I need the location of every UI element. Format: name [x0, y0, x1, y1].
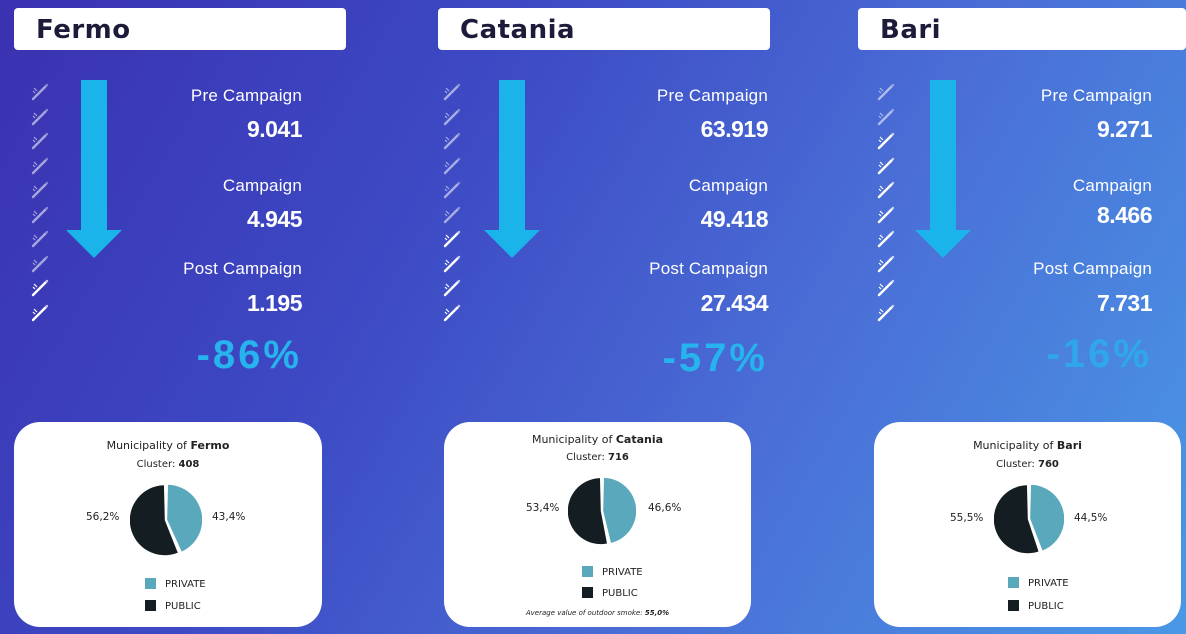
cigarette-icon — [442, 156, 464, 181]
legend-public: PUBLIC — [582, 587, 638, 599]
legend-private: PRIVATE — [1008, 577, 1069, 589]
campaign-value: 8.466 — [1096, 202, 1153, 228]
chart-footnote: Average value of outdoor smoke: 55,0% — [525, 609, 670, 617]
cigarette-icon — [442, 205, 464, 230]
cigarette-icon — [876, 156, 898, 181]
pre-campaign-value: 9.271 — [1096, 116, 1153, 142]
cigarette-icon — [876, 205, 898, 230]
percent-change: -57% — [662, 336, 768, 380]
public-swatch — [1008, 600, 1019, 611]
chart-subtitle: Cluster: 760 — [996, 459, 1059, 470]
cigarette-icon — [442, 303, 464, 328]
pie-slice-private — [1030, 484, 1064, 551]
pie-slice-private — [603, 477, 636, 543]
cigarette-icon — [442, 254, 464, 279]
down-arrow-icon — [484, 80, 540, 258]
cigarette-icon — [442, 107, 464, 132]
public-percent-label: 55,5% — [950, 512, 984, 524]
public-percent-label: 53,4% — [526, 502, 560, 514]
cigarette-icon — [876, 107, 898, 132]
legend-private: PRIVATE — [582, 566, 643, 578]
cigarette-icon — [442, 131, 464, 156]
cigarette-icon — [876, 278, 898, 303]
pre-campaign-label: Pre Campaign — [1040, 86, 1152, 105]
legend-public: PUBLIC — [1008, 600, 1064, 612]
campaign-label: Campaign — [688, 176, 768, 195]
chart-title: Municipality of Bari — [973, 439, 1082, 452]
cigarette-icon — [876, 303, 898, 328]
pie-chart — [994, 484, 1064, 554]
cigarette-icon — [442, 180, 464, 205]
pre-campaign-label: Pre Campaign — [656, 86, 768, 105]
post-campaign-value: 7.731 — [1096, 290, 1153, 316]
post-campaign-label: Post Campaign — [649, 259, 768, 278]
cigarette-icon — [442, 278, 464, 303]
cigarette-icon — [876, 229, 898, 254]
private-swatch — [582, 566, 593, 577]
cigarette-icon — [442, 82, 464, 107]
public-swatch — [582, 587, 593, 598]
cigarette-icon-column — [442, 82, 464, 327]
cigarette-icon — [876, 180, 898, 205]
private-percent-label: 46,6% — [648, 502, 682, 514]
city-title: Catania — [438, 8, 770, 50]
post-campaign-label: Post Campaign — [1033, 259, 1152, 278]
pie-chart-card: Municipality of Catania Cluster: 716 53,… — [444, 422, 751, 627]
pie-chart-card: Municipality of Bari Cluster: 760 55,5% … — [874, 422, 1181, 627]
campaign-label: Campaign — [1072, 176, 1152, 195]
cigarette-icon — [876, 131, 898, 156]
city-title: Bari — [858, 8, 1186, 50]
cigarette-icon — [876, 254, 898, 279]
chart-subtitle: Cluster: 716 — [566, 452, 629, 463]
campaign-value: 49.418 — [700, 206, 769, 232]
pre-campaign-value: 63.919 — [700, 116, 769, 142]
cigarette-icon-column — [876, 82, 898, 327]
percent-change: -16% — [1046, 332, 1152, 376]
private-swatch — [1008, 577, 1019, 588]
cigarette-icon — [442, 229, 464, 254]
pie-slice-public — [568, 478, 607, 545]
down-arrow-icon — [915, 80, 971, 258]
chart-title: Municipality of Catania — [531, 433, 664, 446]
cigarette-icon — [876, 82, 898, 107]
city-panel-bari: Bari Pre Campaign 9.271 Campaign 8.466 P… — [0, 0, 1186, 634]
pie-chart — [568, 477, 636, 545]
post-campaign-value: 27.434 — [700, 290, 769, 316]
private-percent-label: 44,5% — [1074, 512, 1108, 524]
